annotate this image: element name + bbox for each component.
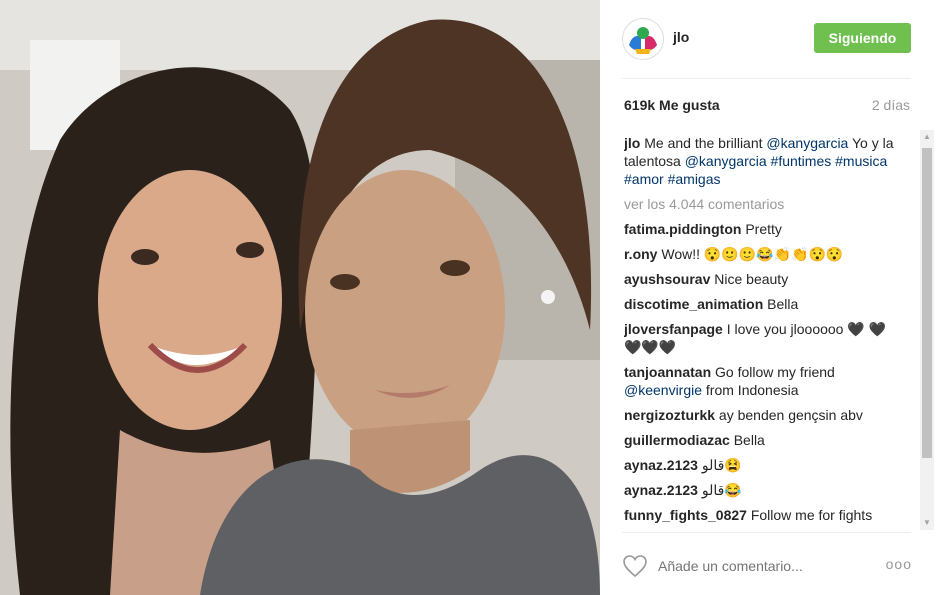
hashtag-link[interactable]: #funtimes: [771, 153, 832, 169]
caption-text: Me and the brilliant: [644, 135, 763, 151]
comment-username[interactable]: funny_fights_0827: [624, 507, 747, 523]
hashtag-link[interactable]: #amor: [624, 171, 664, 187]
comment-text: قالو😫: [701, 457, 742, 473]
comment-item: aynaz.2123 قالو😂: [624, 481, 906, 499]
comment-item: aynaz.2123 قالو😫: [624, 456, 906, 474]
likes-count[interactable]: 619k Me gusta: [624, 97, 720, 113]
comment-item: funny_fights_0827 Follow me for fights: [624, 506, 906, 524]
scroll-up-arrow-icon[interactable]: ▲: [920, 130, 934, 144]
more-options-icon[interactable]: ooo: [886, 556, 912, 572]
avatar[interactable]: [622, 18, 664, 60]
comment-item: jloversfanpage I love you jloooooo 🖤 🖤 🖤…: [624, 320, 906, 356]
comment-item: r.ony Wow!! 😯🙂🙂😂👏👏😯😯: [624, 245, 906, 263]
comment-username[interactable]: fatima.piddington: [624, 221, 741, 237]
hashtag-link[interactable]: #amigas: [668, 171, 721, 187]
comment-item: tanjoannatan Go follow my friend @keenvi…: [624, 363, 906, 399]
post-username[interactable]: jlo: [673, 29, 689, 45]
comment-text: Bella: [733, 432, 765, 448]
comment-username[interactable]: guillermodiazac: [624, 432, 730, 448]
mention-link[interactable]: @kanygarcia: [685, 153, 767, 169]
post-photo[interactable]: [0, 0, 600, 595]
comment-text: Pretty: [745, 221, 782, 237]
comment-username[interactable]: aynaz.2123: [624, 482, 698, 498]
comments-list: jlo Me and the brilliant @kanygarcia Yo …: [624, 134, 906, 530]
divider: [622, 78, 911, 79]
hashtag-link[interactable]: #musica: [835, 153, 887, 169]
avatar-logo: [624, 20, 662, 58]
comment-item: fatima.piddington Pretty: [624, 220, 906, 238]
scroll-down-arrow-icon[interactable]: ▼: [920, 516, 934, 530]
add-comment-input[interactable]: [656, 554, 870, 578]
caption: jlo Me and the brilliant @kanygarcia Yo …: [624, 134, 906, 188]
comment-text: Wow!! 😯🙂🙂😂👏👏😯😯: [661, 246, 844, 262]
following-button[interactable]: Siguiendo: [814, 23, 911, 53]
comment-text: قالو😂: [701, 482, 742, 498]
photo-illustration: [0, 0, 600, 595]
comment-text: Nice beauty: [714, 271, 789, 287]
post-header: jlo Siguiendo: [600, 0, 936, 78]
comment-item: nergizozturkk ay benden gençsin abv: [624, 406, 906, 424]
post-sidebar: jlo Siguiendo 619k Me gusta 2 días jlo M…: [600, 0, 936, 595]
comment-text: ay benden gençsin abv: [718, 407, 863, 423]
comment-text: Bella: [767, 296, 799, 312]
post-time[interactable]: 2 días: [872, 97, 910, 113]
heart-icon[interactable]: [622, 554, 648, 578]
comments-scrollbar[interactable]: ▲ ▼: [920, 130, 934, 530]
comment-item: discotime_animation Bella: [624, 295, 906, 313]
comment-text: Go follow my friend: [715, 364, 835, 380]
comment-item: ayushsourav Nice beauty: [624, 270, 906, 288]
post-footer: ooo: [600, 532, 936, 595]
comment-username[interactable]: ayushsourav: [624, 271, 710, 287]
scroll-thumb[interactable]: [922, 148, 932, 458]
comment-text: Follow me for fights: [750, 507, 873, 523]
comment-username[interactable]: r.ony: [624, 246, 657, 262]
caption-username[interactable]: jlo: [624, 135, 640, 151]
mention-link[interactable]: @keenvirgie: [624, 382, 702, 398]
comment-item: guillermodiazac Bella: [624, 431, 906, 449]
comment-username[interactable]: aynaz.2123: [624, 457, 698, 473]
mention-link[interactable]: @kanygarcia: [766, 135, 848, 151]
comment-username[interactable]: jloversfanpage: [624, 321, 723, 337]
view-all-comments[interactable]: ver los 4.044 comentarios: [624, 195, 906, 213]
comment-username[interactable]: discotime_animation: [624, 296, 763, 312]
comment-username[interactable]: tanjoannatan: [624, 364, 711, 380]
comment-username[interactable]: nergizozturkk: [624, 407, 715, 423]
comment-text: from Indonesia: [705, 382, 799, 398]
